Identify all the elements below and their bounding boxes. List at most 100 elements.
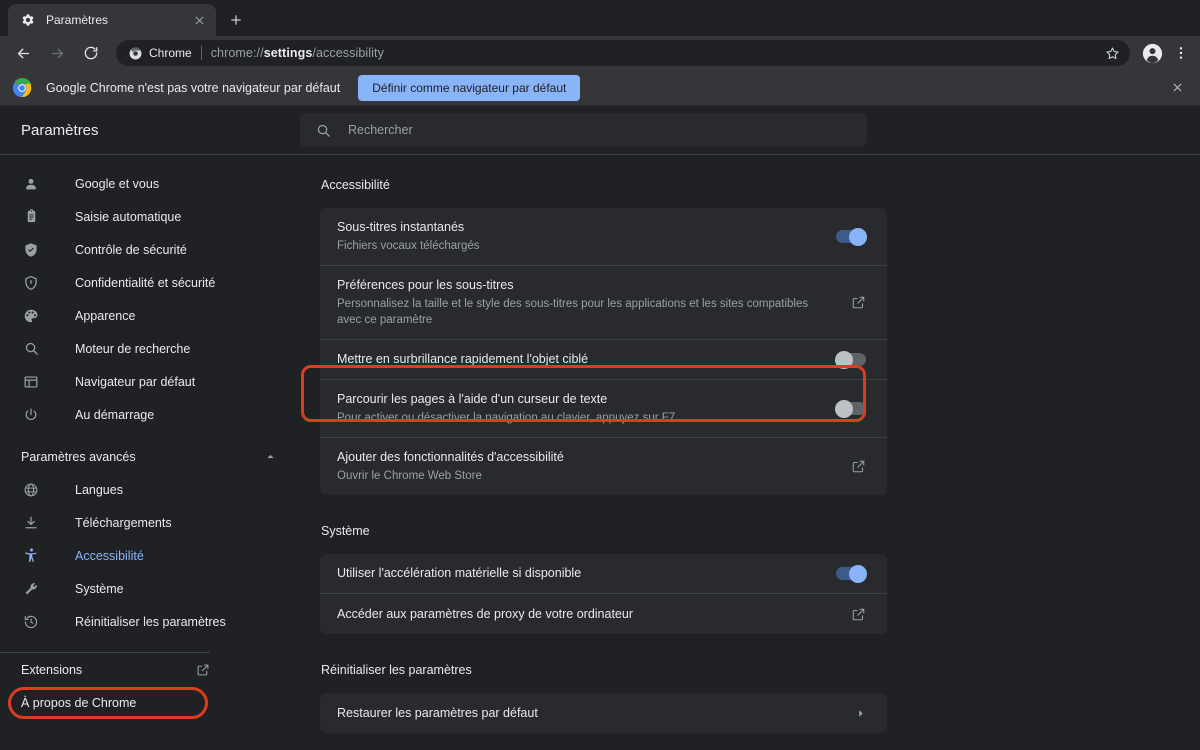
row-title: Parcourir les pages à l'aide d'un curseu… [337,392,608,406]
external-link-icon[interactable] [851,459,866,474]
row-control [835,399,866,418]
shield-icon [21,273,41,293]
sidebar-item-telechargements[interactable]: Téléchargements [0,506,300,539]
history-icon [21,612,41,632]
external-link-icon[interactable] [851,607,866,622]
row-text: Parcourir les pages à l'aide d'un curseu… [337,380,836,437]
settings-card-reinitialiser: Restaurer les paramètres par défaut [320,693,887,733]
browser-tab[interactable]: Paramètres [8,4,216,36]
omnibox-separator [200,46,202,60]
clipboard-icon [21,207,41,227]
avatar[interactable] [1138,39,1166,67]
palette-icon [21,306,41,326]
settings-body: Google et vous Saisie automatique Contrô… [0,155,1200,750]
row-text: Restaurer les paramètres par défaut [337,694,855,733]
sidebar-item-saisie-automatique[interactable]: Saisie automatique [0,200,300,233]
settings-card-systeme: Utiliser l'accélération matérielle si di… [320,554,887,634]
row-ajouter-fonctionnalites[interactable]: Ajouter des fonctionnalités d'accessibil… [320,438,887,495]
close-icon[interactable] [190,11,208,29]
row-control [836,227,867,246]
toggle-knob [835,350,853,369]
browser-menu-icon[interactable] [1168,39,1194,67]
toggle-acceleration-materielle[interactable] [836,564,867,583]
search-input[interactable] [348,123,852,137]
page-title: Paramètres [21,121,99,139]
sidebar-item-confidentialite-et-securite[interactable]: Confidentialité et sécurité [0,266,300,299]
sidebar-item-label: Téléchargements [75,515,172,530]
sidebar-item-label: Accessibilité [75,548,144,563]
browser-toolbar: Chrome chrome://settings/accessibility [0,36,1200,70]
sidebar-item-extensions[interactable]: Extensions [0,653,210,686]
omnibox-url-suffix: /accessibility [312,46,384,60]
bookmark-star-icon[interactable] [1102,43,1122,63]
chrome-logo-icon [12,77,32,98]
row-text: Accéder aux paramètres de proxy de votre… [337,595,851,634]
search-icon [315,122,332,139]
row-preferences-sous-titres[interactable]: Préférences pour les sous-titres Personn… [320,266,887,340]
sidebar-group-advanced[interactable]: Paramètres avancés [0,440,300,473]
row-text: Utiliser l'accélération matérielle si di… [337,554,836,593]
sidebar-item-au-demarrage[interactable]: Au démarrage [0,398,300,431]
row-curseur-de-texte[interactable]: Parcourir les pages à l'aide d'un curseu… [320,380,887,438]
person-icon [21,174,41,194]
sidebar-group-label: Paramètres avancés [21,449,136,464]
sidebar-item-accessibilite[interactable]: Accessibilité [0,539,300,572]
toggle-knob [849,564,867,583]
row-restaurer-parametres-par-defaut[interactable]: Restaurer les paramètres par défaut [320,693,887,733]
sidebar-item-reinitialiser-les-parametres[interactable]: Réinitialiser les paramètres [0,605,300,638]
toggle-curseur-de-texte[interactable] [835,399,866,418]
reload-icon[interactable] [77,39,105,67]
shield-check-icon [21,240,41,260]
close-icon[interactable] [1166,77,1188,99]
sidebar-item-controle-de-securite[interactable]: Contrôle de sécurité [0,233,300,266]
settings-sidebar: Google et vous Saisie automatique Contrô… [0,155,300,750]
sidebar-item-navigateur-par-defaut[interactable]: Navigateur par défaut [0,365,300,398]
chevron-right-icon[interactable] [855,708,866,719]
sidebar-item-a-propos-de-chrome[interactable]: À propos de Chrome [0,686,210,719]
row-sous-titres-instantanes[interactable]: Sous-titres instantanés Fichiers vocaux … [320,208,887,266]
row-subtitle: Fichiers vocaux téléchargés [337,240,480,252]
row-mettre-en-surbrillance[interactable]: Mettre en surbrillance rapidement l'obje… [320,340,887,380]
default-browser-infobar: Google Chrome n'est pas votre navigateur… [0,70,1200,106]
row-title: Sous-titres instantanés [337,220,465,234]
external-link-icon[interactable] [196,663,210,677]
infobar-message: Google Chrome n'est pas votre navigateur… [46,80,341,95]
toggle-mettre-en-surbrillance[interactable] [835,350,866,369]
omnibox-url-prefix: chrome:// [210,46,264,60]
search-box[interactable] [300,113,867,147]
sidebar-item-google-et-vous[interactable]: Google et vous [0,167,300,200]
sidebar-item-label: Au démarrage [75,407,155,422]
external-link-icon[interactable] [851,295,866,310]
row-parametres-proxy[interactable]: Accéder aux paramètres de proxy de votre… [320,594,887,634]
globe-icon [21,480,41,500]
sidebar-item-systeme[interactable]: Système [0,572,300,605]
section-title-reinitialiser: Réinitialiser les paramètres [321,663,472,677]
chevron-up-icon[interactable] [265,451,276,462]
forward-arrow-icon[interactable] [43,39,71,67]
sidebar-item-label: Apparence [75,308,136,323]
gear-icon [20,12,36,28]
omnibox-scheme-label: Chrome [149,46,192,60]
sidebar-item-label: Réinitialiser les paramètres [75,614,226,629]
address-bar[interactable]: Chrome chrome://settings/accessibility [116,40,1130,66]
new-tab-button[interactable] [222,6,250,34]
sidebar-item-label: Confidentialité et sécurité [75,275,216,290]
search-icon [21,339,41,359]
toggle-sous-titres-instantanes[interactable] [836,227,867,246]
sidebar-item-label: Extensions [21,662,83,677]
row-title: Restaurer les paramètres par défaut [337,705,538,720]
back-arrow-icon[interactable] [9,39,37,67]
row-text: Mettre en surbrillance rapidement l'obje… [337,340,836,379]
sidebar-item-apparence[interactable]: Apparence [0,299,300,332]
row-title: Accéder aux paramètres de proxy de votre… [337,606,633,621]
omnibox-url: chrome://settings/accessibility [211,46,384,60]
set-default-browser-button[interactable]: Définir comme navigateur par défaut [358,74,581,101]
sidebar-item-langues[interactable]: Langues [0,473,300,506]
section-title-accessibilite: Accessibilité [321,178,390,192]
row-acceleration-materielle[interactable]: Utiliser l'accélération matérielle si di… [320,554,887,594]
row-control [851,295,866,310]
sidebar-item-moteur-de-recherche[interactable]: Moteur de recherche [0,332,300,365]
sidebar-item-label: Contrôle de sécurité [75,242,187,257]
row-title: Mettre en surbrillance rapidement l'obje… [337,352,589,366]
row-subtitle: Personnalisez la taille et le style des … [337,298,809,326]
